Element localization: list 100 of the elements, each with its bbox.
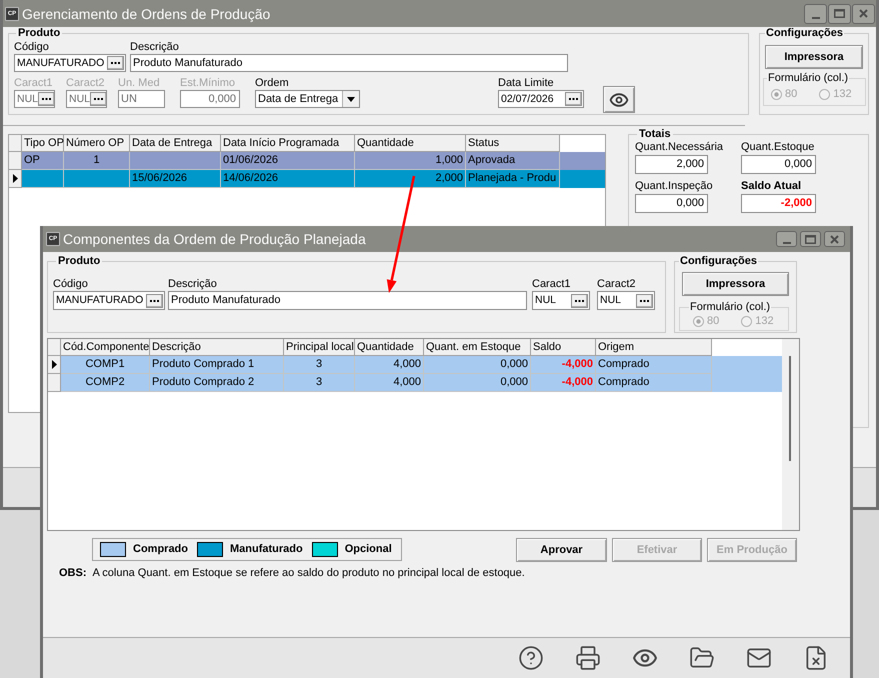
field-label: Descrição: [130, 41, 179, 54]
number-field[interactable]: 0,000: [741, 155, 816, 174]
close-icon: [859, 9, 868, 18]
lookup-field[interactable]: NUL: [597, 291, 655, 310]
table-cell: 3: [284, 374, 355, 392]
caret-icon: [347, 96, 355, 102]
number-field[interactable]: 0,000: [635, 194, 708, 213]
lookup-button[interactable]: [146, 294, 163, 308]
close-button[interactable]: [824, 231, 845, 247]
maximize-button[interactable]: [828, 4, 851, 24]
close-icon: [830, 234, 839, 244]
column-header[interactable]: Data Início Programada: [221, 135, 355, 152]
table-cell: Produto Comprado 2: [150, 374, 284, 392]
printer-button[interactable]: Impressora: [682, 272, 789, 296]
column-header[interactable]: Número OP: [64, 135, 130, 152]
column-header[interactable]: Quant. em Estoque: [424, 339, 531, 356]
field-label: Caract1: [532, 278, 571, 291]
legend-label: Opcional: [344, 543, 392, 556]
minimize-icon: [812, 16, 820, 18]
table-cell: 2,000: [355, 170, 466, 188]
legend-label: Comprado: [133, 543, 188, 556]
window-title: Componentes da Ordem de Produção Planejada: [63, 232, 366, 246]
table-cell: COMP2: [61, 374, 150, 392]
close-button[interactable]: [852, 4, 875, 24]
field-label: Caract1: [14, 77, 53, 90]
text-field[interactable]: Produto Manufaturado: [168, 291, 527, 310]
number-field[interactable]: 2,000: [635, 155, 708, 174]
group-title: Configurações: [679, 255, 758, 268]
legend-label: Manufaturado: [230, 543, 303, 556]
column-header[interactable]: Origem: [596, 339, 712, 356]
table-row[interactable]: OP 1 01/06/2026 1,000 Aprovada: [9, 152, 605, 170]
table-cell: -4,000: [531, 374, 596, 392]
row-selector[interactable]: [48, 356, 61, 374]
maximize-button[interactable]: [800, 231, 821, 247]
maximize-icon: [805, 234, 816, 244]
group-title: Produto: [17, 27, 62, 40]
row-selector[interactable]: [9, 170, 22, 188]
row-indicator-icon: [52, 360, 56, 369]
field-label: Código: [14, 41, 49, 54]
field-label: Quant.Inspeção: [635, 180, 713, 193]
group-title: Formulário (col.): [689, 301, 772, 314]
view-button[interactable]: [603, 86, 635, 113]
lookup-field[interactable]: MANUFATURADO: [14, 54, 126, 72]
field-label: Saldo Atual: [741, 180, 802, 193]
column-header[interactable]: Cód.Componente: [61, 339, 150, 356]
field-label: Quant.Necessária: [635, 141, 724, 154]
column-header[interactable]: Status: [466, 135, 560, 152]
group-title: Produto: [57, 255, 102, 268]
table-cell: Planejada - Produ: [466, 170, 560, 188]
column-header[interactable]: Tipo OP: [22, 135, 64, 152]
field-label: Est.Mínimo: [180, 77, 236, 90]
table-row[interactable]: 15/06/2026 14/06/2026 2,000 Planejada - Produ: [9, 170, 605, 188]
field-label: Caract2: [597, 278, 636, 291]
printer-icon[interactable]: [575, 645, 601, 671]
lookup-button[interactable]: [636, 294, 653, 308]
table-corner: [48, 339, 61, 356]
minimize-button[interactable]: [776, 231, 797, 247]
field-label: Data Limite: [498, 77, 554, 90]
column-header[interactable]: Descrição: [150, 339, 284, 356]
dropdown-field[interactable]: Data de Entrega: [255, 90, 360, 108]
column-header[interactable]: Quantidade: [355, 339, 424, 356]
minimize-button[interactable]: [804, 4, 827, 24]
lookup-field[interactable]: MANUFATURADO: [53, 291, 165, 310]
minimize-icon: [782, 242, 790, 244]
column-header[interactable]: Saldo: [531, 339, 596, 356]
lookup-field[interactable]: 02/07/2026: [498, 90, 584, 108]
text-field[interactable]: Produto Manufaturado: [130, 54, 568, 72]
table-cell: 4,000: [355, 374, 424, 392]
action-button[interactable]: Aprovar: [516, 538, 607, 562]
lookup-button[interactable]: [565, 92, 582, 106]
field-label: Un. Med: [118, 77, 160, 90]
table-row[interactable]: COMP1 Produto Comprado 1 3 4,000 0,000 -4,000 Comprado: [48, 356, 782, 374]
field-label: Quant.Estoque: [741, 141, 814, 154]
scrollbar[interactable]: [782, 339, 799, 530]
scrollbar-thumb[interactable]: [789, 356, 791, 461]
field-label: Ordem: [255, 77, 289, 90]
column-header[interactable]: Principal local: [284, 339, 355, 356]
group-title: Configurações: [765, 27, 844, 40]
group-title: Formulário (col.): [767, 72, 850, 85]
table-cell: 0,000: [424, 374, 531, 392]
lookup-field[interactable]: NUL: [532, 291, 590, 310]
row-indicator-icon: [12, 174, 18, 183]
number-field[interactable]: -2,000: [741, 194, 816, 213]
help-icon[interactable]: [518, 645, 544, 671]
table-cell: 15/06/2026: [130, 170, 221, 188]
printer-button[interactable]: Impressora: [765, 45, 863, 69]
note-label: OBS:: [59, 567, 86, 580]
note-text: A coluna Quant. em Estoque se refere ao saldo do produto no principal local de estoque.: [92, 567, 525, 580]
field-label: Caract2: [66, 77, 105, 90]
column-header[interactable]: Data de Entrega: [130, 135, 221, 152]
group-title: Totais: [638, 128, 672, 141]
table-cell: Comprado: [596, 374, 712, 392]
maximize-icon: [834, 9, 845, 18]
lookup-button[interactable]: [107, 56, 124, 70]
table-cell: 14/06/2026: [221, 170, 355, 188]
table-row[interactable]: COMP2 Produto Comprado 2 3 4,000 0,000 -4,000 Comprado: [48, 374, 782, 392]
field-label: Código: [53, 278, 88, 291]
lookup-button[interactable]: [571, 294, 588, 308]
window-title: Gerenciamento de Ordens de Produção: [22, 6, 270, 20]
column-header[interactable]: Quantidade: [355, 135, 466, 152]
